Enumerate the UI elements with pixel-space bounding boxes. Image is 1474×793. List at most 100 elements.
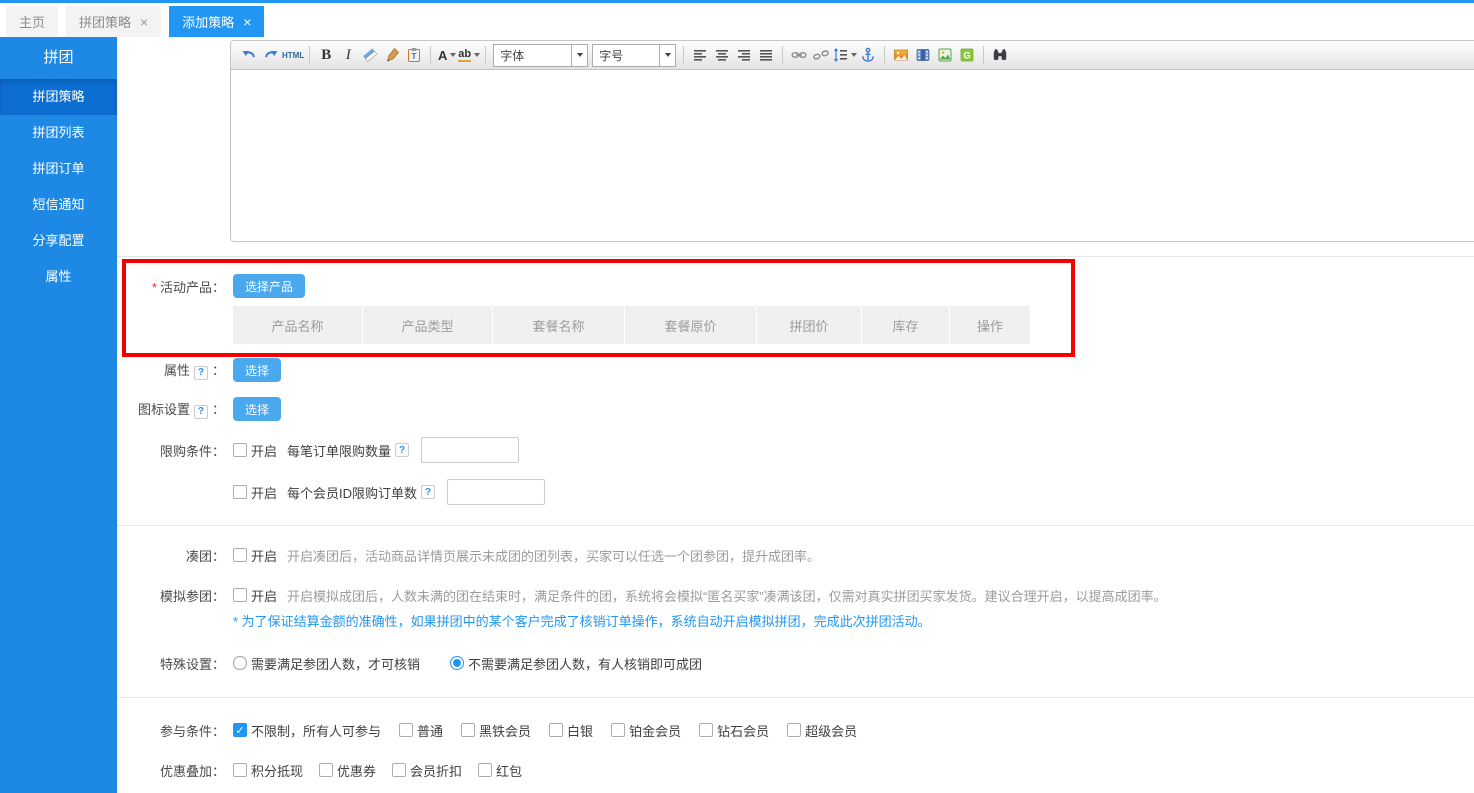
tab-group-strategy[interactable]: 拼团策略 ×: [66, 6, 161, 37]
join-option-unlimited[interactable]: ✓不限制，所有人可参与: [233, 721, 381, 740]
chevron-down-icon[interactable]: [571, 45, 587, 66]
discount-option-coupon[interactable]: 优惠券: [319, 761, 376, 780]
align-justify-icon[interactable]: [755, 44, 777, 66]
per-member-order-limit-checkbox[interactable]: [233, 485, 247, 499]
select-attribute-button[interactable]: 选择: [233, 358, 281, 382]
special-option-no-need-count[interactable]: 不需要满足参团人数，有人核销即可成团: [450, 654, 702, 673]
sidebar-item-strategy[interactable]: 拼团策略: [0, 79, 117, 115]
tab-home[interactable]: 主页: [6, 6, 58, 37]
sidebar-item-sms[interactable]: 短信通知: [0, 187, 117, 223]
select-icon-button[interactable]: 选择: [233, 397, 281, 421]
join-option-unlimited-checkbox[interactable]: ✓: [233, 723, 247, 737]
discount-option-member[interactable]: 会员折扣: [392, 761, 462, 780]
bold-icon[interactable]: B: [315, 44, 337, 66]
select-value: 字体: [500, 47, 524, 64]
purchase-limit-row-1: 限购条件： 开启每笔订单限购数量?: [117, 436, 519, 464]
discount-option-redpacket[interactable]: 红包: [478, 761, 522, 780]
paste-text-icon[interactable]: T: [403, 44, 425, 66]
simulate-checkbox[interactable]: [233, 588, 247, 602]
sidebar-item-share[interactable]: 分享配置: [0, 223, 117, 259]
close-icon[interactable]: ×: [243, 15, 251, 29]
chevron-down-icon[interactable]: [659, 45, 675, 66]
help-icon[interactable]: ?: [194, 366, 208, 380]
toolbar-separator: [430, 46, 431, 64]
sidebar-item-list[interactable]: 拼团列表: [0, 115, 117, 151]
join-option-black-iron[interactable]: 黑铁会员: [461, 721, 531, 740]
album-icon[interactable]: [934, 44, 956, 66]
toolbar-separator: [485, 46, 486, 64]
join-option-normal[interactable]: 普通: [399, 721, 443, 740]
join-option-diamond-label: 钻石会员: [717, 721, 769, 740]
align-center-icon[interactable]: [711, 44, 733, 66]
join-option-silver[interactable]: 白银: [549, 721, 593, 740]
map-icon[interactable]: G: [956, 44, 978, 66]
special-option-need-count-radio[interactable]: [233, 656, 247, 670]
simulate-note-row: * 为了保证结算金额的准确性，如果拼团中的某个客户完成了核销订单操作，系统自动开…: [117, 610, 931, 630]
per-member-order-limit-input[interactable]: [447, 479, 545, 505]
tab-label: 拼团策略: [79, 12, 131, 31]
join-option-diamond[interactable]: 钻石会员: [699, 721, 769, 740]
per-member-order-limit-toggle-label[interactable]: 开启: [251, 483, 277, 502]
link-icon[interactable]: [788, 44, 810, 66]
discount-option-redpacket-checkbox[interactable]: [478, 763, 492, 777]
discount-option-coupon-checkbox[interactable]: [319, 763, 333, 777]
join-option-normal-checkbox[interactable]: [399, 723, 413, 737]
font-color-icon[interactable]: A: [436, 44, 458, 66]
join-option-platinum[interactable]: 铂金会员: [611, 721, 681, 740]
special-option-need-count[interactable]: 需要满足参团人数，才可核销: [233, 654, 420, 673]
help-icon[interactable]: ?: [194, 405, 208, 419]
join-option-diamond-checkbox[interactable]: [699, 723, 713, 737]
per-order-quantity-limit-checkbox[interactable]: [233, 443, 247, 457]
unlink-icon[interactable]: [810, 44, 832, 66]
discount-option-points[interactable]: 积分抵现: [233, 761, 303, 780]
sidebar: 拼团 拼团策略拼团列表拼团订单短信通知分享配置属性: [0, 37, 117, 793]
discount-option-member-checkbox[interactable]: [392, 763, 406, 777]
help-icon[interactable]: ?: [395, 443, 409, 457]
join-option-platinum-checkbox[interactable]: [611, 723, 625, 737]
redo-icon[interactable]: [260, 44, 282, 66]
tab-add-strategy[interactable]: 添加策略×: [169, 6, 264, 37]
join-option-normal-label: 普通: [417, 721, 443, 740]
table-header-cell: 库存: [862, 306, 950, 344]
join-option-super[interactable]: 超级会员: [787, 721, 857, 740]
sidebar-item-order[interactable]: 拼团订单: [0, 151, 117, 187]
font-size-select[interactable]: 字号: [592, 44, 676, 67]
html-icon[interactable]: HTML: [282, 44, 304, 66]
group-fill-checkbox[interactable]: [233, 548, 247, 562]
highlight-icon[interactable]: ab: [458, 44, 480, 66]
close-icon[interactable]: ×: [140, 15, 148, 29]
tab-label: 主页: [19, 12, 45, 31]
join-option-black-iron-checkbox[interactable]: [461, 723, 475, 737]
join-option-silver-checkbox[interactable]: [549, 723, 563, 737]
per-order-quantity-limit-input[interactable]: [421, 437, 519, 463]
editor-content[interactable]: [230, 70, 1474, 242]
group-fill-toggle-label[interactable]: 开启: [251, 546, 277, 565]
eraser-icon[interactable]: [359, 44, 381, 66]
discount-option-redpacket-label: 红包: [496, 761, 522, 780]
join-option-super-checkbox[interactable]: [787, 723, 801, 737]
anchor-icon[interactable]: [857, 44, 879, 66]
rich-text-editor: HTML BI TAab 字体 字号 G: [230, 40, 1474, 242]
sidebar-item-attribute[interactable]: 属性: [0, 259, 117, 295]
select-value: 字号: [599, 47, 623, 64]
per-order-quantity-limit-toggle-label[interactable]: 开启: [251, 441, 277, 460]
brush-icon[interactable]: [381, 44, 403, 66]
sidebar-header-group-buy[interactable]: 拼团: [0, 37, 117, 79]
help-icon[interactable]: ?: [421, 485, 435, 499]
undo-icon[interactable]: [238, 44, 260, 66]
discount-stack-row: 优惠叠加： 积分抵现优惠券会员折扣红包: [117, 756, 522, 784]
line-height-icon[interactable]: [832, 44, 857, 66]
font-family-select[interactable]: 字体: [493, 44, 588, 67]
select-product-button[interactable]: 选择产品: [233, 274, 305, 298]
table-header-cell: 产品名称: [233, 306, 363, 344]
special-option-no-need-count-radio[interactable]: [450, 656, 464, 670]
discount-option-points-checkbox[interactable]: [233, 763, 247, 777]
italic-icon[interactable]: I: [337, 44, 359, 66]
find-icon[interactable]: [989, 44, 1011, 66]
image-icon[interactable]: [890, 44, 912, 66]
attribute-row: 属性?： 选择: [117, 358, 281, 382]
align-left-icon[interactable]: [689, 44, 711, 66]
align-right-icon[interactable]: [733, 44, 755, 66]
video-icon[interactable]: [912, 44, 934, 66]
simulate-toggle-label[interactable]: 开启: [251, 586, 277, 605]
